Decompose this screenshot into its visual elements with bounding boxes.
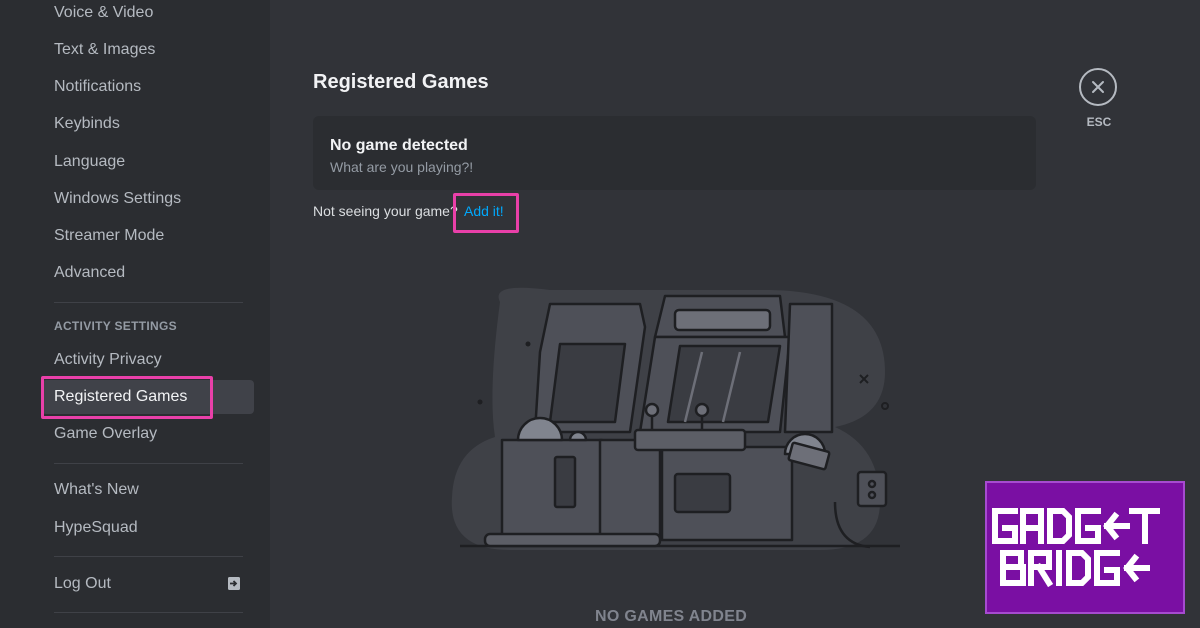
not-seeing-game-text: Not seeing your game? xyxy=(313,203,458,219)
sidebar-item-language[interactable]: Language xyxy=(42,145,254,179)
close-button[interactable] xyxy=(1079,68,1117,106)
sidebar-item-voice-video[interactable]: Voice & Video xyxy=(42,0,254,30)
page-title: Registered Games xyxy=(313,71,489,93)
sidebar-item-activity-privacy[interactable]: Activity Privacy xyxy=(42,343,254,377)
sidebar-item-streamer-mode[interactable]: Streamer Mode xyxy=(42,219,254,253)
no-games-added-text: NO GAMES ADDED xyxy=(595,608,748,625)
sidebar-item-whats-new[interactable]: What's New xyxy=(42,473,254,507)
esc-label: ESC xyxy=(1086,115,1112,129)
close-icon xyxy=(1092,81,1104,93)
close-settings: ESC xyxy=(1079,68,1119,129)
logout-button[interactable]: Log Out xyxy=(42,567,254,601)
sidebar-item-game-overlay[interactable]: Game Overlay xyxy=(42,417,254,451)
sidebar-item-hypesquad[interactable]: HypeSquad xyxy=(42,511,254,545)
activity-settings-header: ACTIVITY SETTINGS xyxy=(54,319,177,333)
sidebar-item-registered-games[interactable]: Registered Games xyxy=(42,380,254,414)
sidebar-item-windows-settings[interactable]: Windows Settings xyxy=(42,182,254,216)
arcade-illustration xyxy=(451,287,900,550)
sidebar-item-advanced[interactable]: Advanced xyxy=(42,256,254,290)
sidebar-item-keybinds[interactable]: Keybinds xyxy=(42,107,254,141)
game-detection-box: No game detected What are you playing?! xyxy=(313,116,1036,190)
game-detected-subtitle: What are you playing?! xyxy=(330,159,474,175)
gadget-bridge-logo xyxy=(985,481,1185,614)
add-game-link[interactable]: Add it! xyxy=(464,203,504,219)
sidebar-divider xyxy=(54,302,243,303)
logout-icon xyxy=(228,577,240,590)
settings-sidebar: Voice & Video Text & Images Notification… xyxy=(0,0,270,628)
sidebar-divider xyxy=(54,556,243,557)
game-detected-title: No game detected xyxy=(330,137,468,154)
sidebar-divider xyxy=(54,463,243,464)
gadget-bridge-logo-mark xyxy=(992,508,1160,588)
sidebar-item-notifications[interactable]: Notifications xyxy=(42,70,254,104)
logout-label: Log Out xyxy=(54,575,111,592)
sidebar-divider xyxy=(54,612,243,613)
sidebar-item-text-images[interactable]: Text & Images xyxy=(42,33,254,67)
